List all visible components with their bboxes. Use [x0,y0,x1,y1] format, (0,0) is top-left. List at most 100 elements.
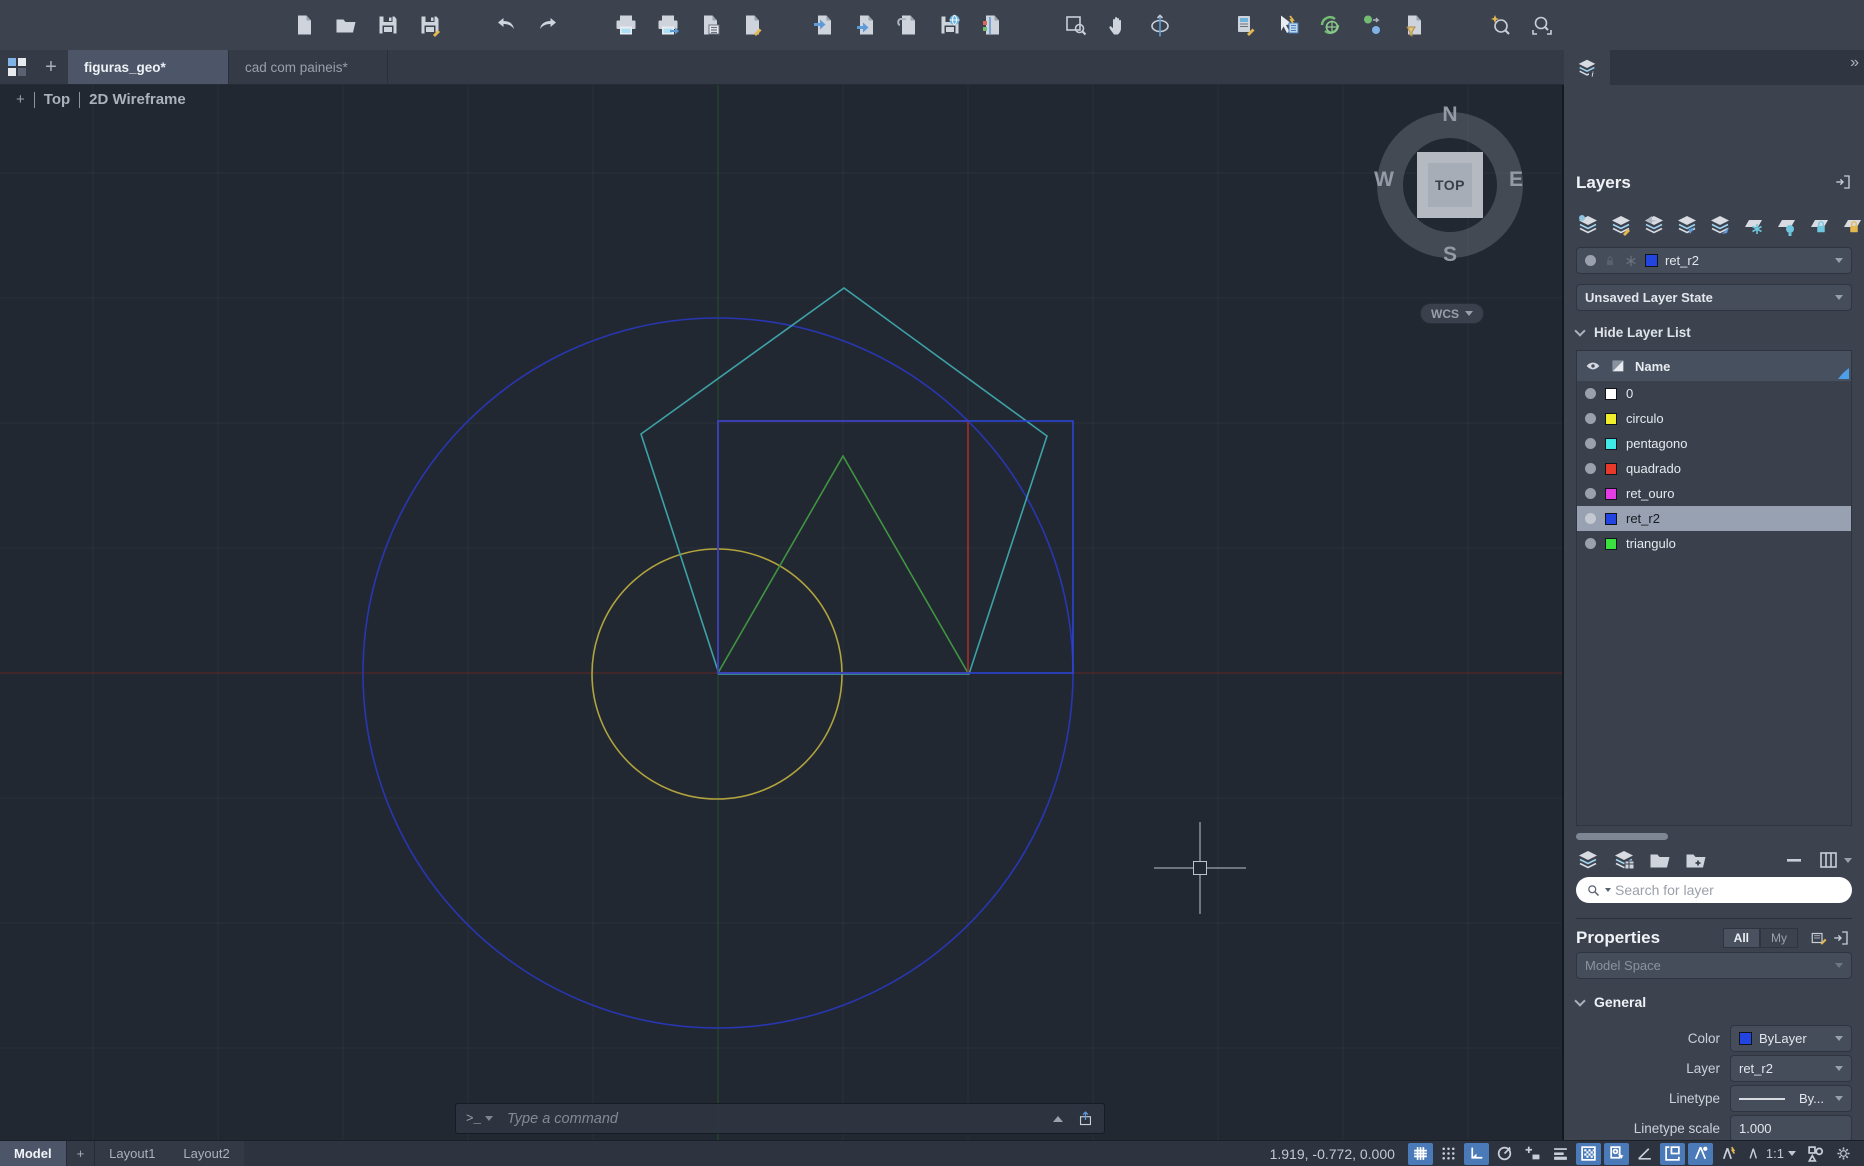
add-layout-button[interactable]: + [66,1141,96,1166]
render-region-button[interactable] [1486,11,1514,39]
new-file-button[interactable] [290,11,318,39]
viewport-view-control[interactable]: Top [44,91,70,108]
dynamic-input-toggle[interactable] [1660,1143,1685,1165]
annotation-scale-dropdown[interactable]: 1:1 [1744,1146,1800,1161]
viewport-plus-control[interactable]: + [16,91,25,108]
new-layer-vp-button[interactable] [1612,848,1636,872]
new-property-filter-button[interactable] [1684,848,1708,872]
save-button[interactable] [374,11,402,39]
object-snap-tracking-toggle[interactable] [1520,1143,1545,1165]
layer-status-icon[interactable] [1585,388,1596,399]
crosshair-pickbox[interactable] [1194,862,1207,875]
layer-status-icon[interactable] [1585,438,1596,449]
point-style-button[interactable] [1358,11,1386,39]
layout1-tab[interactable]: Layout1 [95,1141,169,1166]
layer-status-icon[interactable] [1585,413,1596,424]
command-history-caret[interactable] [485,1116,493,1125]
transparency-display-toggle[interactable] [1576,1143,1601,1165]
new-group-filter-button[interactable] [1648,848,1672,872]
command-input[interactable]: Type a command [507,1111,1053,1127]
columns-button[interactable] [1818,848,1852,872]
layer-color-swatch[interactable] [1605,488,1617,500]
layer-row-triangulo[interactable]: triangulo [1577,531,1851,556]
properties-filter-my[interactable]: My [1760,928,1798,948]
view-cube-east[interactable]: E [1501,168,1531,192]
drawing-compare-button[interactable] [978,11,1006,39]
quick-select-button[interactable] [1274,11,1302,39]
layers-palette-tab[interactable]: i [1564,50,1610,85]
redo-button[interactable] [534,11,562,39]
layer-color-swatch[interactable] [1605,388,1617,400]
delete-layer-button[interactable] [1782,848,1806,872]
layer-off-button[interactable] [1774,212,1798,237]
layer-state-dropdown[interactable]: Unsaved Layer State [1576,284,1852,311]
layer-dropdown[interactable]: ret_r2 [1730,1055,1852,1082]
drawing-pentagon[interactable] [641,288,1047,674]
selection-cycling-toggle[interactable] [1604,1143,1629,1165]
layer-color-swatch[interactable] [1605,463,1617,475]
layer-color-swatch[interactable] [1605,413,1617,425]
properties-pin-button[interactable] [1830,927,1852,949]
layout2-tab[interactable]: Layout2 [169,1141,243,1166]
print-button[interactable] [612,11,640,39]
grid-display-toggle[interactable] [1408,1143,1433,1165]
tab-figuras-geo[interactable]: figuras_geo* [68,50,228,84]
window-layout-icon[interactable] [0,50,34,84]
share-icon[interactable] [1077,1110,1094,1127]
save-as-button[interactable] [416,11,444,39]
view-cube-south[interactable]: S [1435,243,1465,267]
command-expand-icon[interactable] [1053,1111,1063,1122]
named-views-button[interactable] [1528,11,1556,39]
undo-button[interactable] [492,11,520,39]
layer-list-header[interactable]: Name [1577,351,1851,381]
layer-lock-button[interactable] [1807,212,1831,237]
new-tab-button[interactable]: + [34,50,68,84]
export-pdf-button[interactable] [654,11,682,39]
wcs-dropdown[interactable]: WCS [1420,303,1484,324]
ortho-mode-toggle[interactable] [1464,1143,1489,1165]
layers-panel-pin-button[interactable] [1834,173,1852,194]
lineweight-display-toggle[interactable] [1548,1143,1573,1165]
linetype-dropdown[interactable]: By... [1730,1085,1852,1112]
layer-status-icon[interactable] [1585,538,1596,549]
layer-row-circulo[interactable]: circulo [1577,406,1851,431]
palette-overflow-button[interactable]: » [1850,54,1858,72]
search-input[interactable] [1615,882,1842,898]
layer-color-swatch[interactable] [1605,538,1617,550]
layer-status-icon[interactable] [1585,513,1596,524]
command-bar[interactable]: >_ Type a command [455,1103,1105,1134]
save-to-web-button[interactable] [936,11,964,39]
isometric-drafting-toggle[interactable] [1632,1143,1657,1165]
layer-row-ret-ouro[interactable]: ret_ouro [1577,481,1851,506]
search-options-caret[interactable] [1605,888,1611,895]
layer-status-icon[interactable] [1585,463,1596,474]
export-button[interactable] [852,11,880,39]
annotation-autoscale-toggle[interactable] [1716,1143,1741,1165]
layer-row-quadrado[interactable]: quadrado [1577,456,1851,481]
view-cube[interactable]: N S W E TOP [1367,102,1533,268]
update-fields-button[interactable] [1316,11,1344,39]
plot-style-button[interactable] [738,11,766,39]
zoom-window-button[interactable] [1062,11,1090,39]
view-cube-west[interactable]: W [1369,168,1399,192]
layer-row-ret-r2[interactable]: ret_r2 [1577,506,1851,531]
purge-button[interactable] [1400,11,1428,39]
layer-change-button[interactable] [1708,212,1732,237]
linetype-scale-input[interactable]: 1.000 [1730,1115,1852,1142]
general-section-toggle[interactable]: General [1576,994,1852,1010]
layer-walk-button[interactable] [1576,212,1600,237]
view-cube-north[interactable]: N [1435,103,1465,127]
customization-gear-button[interactable] [1831,1143,1856,1165]
open-file-button[interactable] [332,11,360,39]
properties-edit-button[interactable] [1808,927,1830,949]
hide-layer-list-toggle[interactable]: Hide Layer List [1576,325,1852,340]
drawing-canvas[interactable]: + Top 2D Wireframe N S W E TOP WCS >_ [0,85,1564,1140]
annotation-visibility-toggle[interactable] [1688,1143,1713,1165]
viewport-style-control[interactable]: 2D Wireframe [89,91,186,108]
model-tab[interactable]: Model [0,1141,66,1166]
layer-match-button[interactable] [1675,212,1699,237]
polar-tracking-toggle[interactable] [1492,1143,1517,1165]
layer-properties-button[interactable] [1609,212,1633,237]
drawing-geometry[interactable] [0,85,1564,1140]
page-setup-button[interactable] [696,11,724,39]
